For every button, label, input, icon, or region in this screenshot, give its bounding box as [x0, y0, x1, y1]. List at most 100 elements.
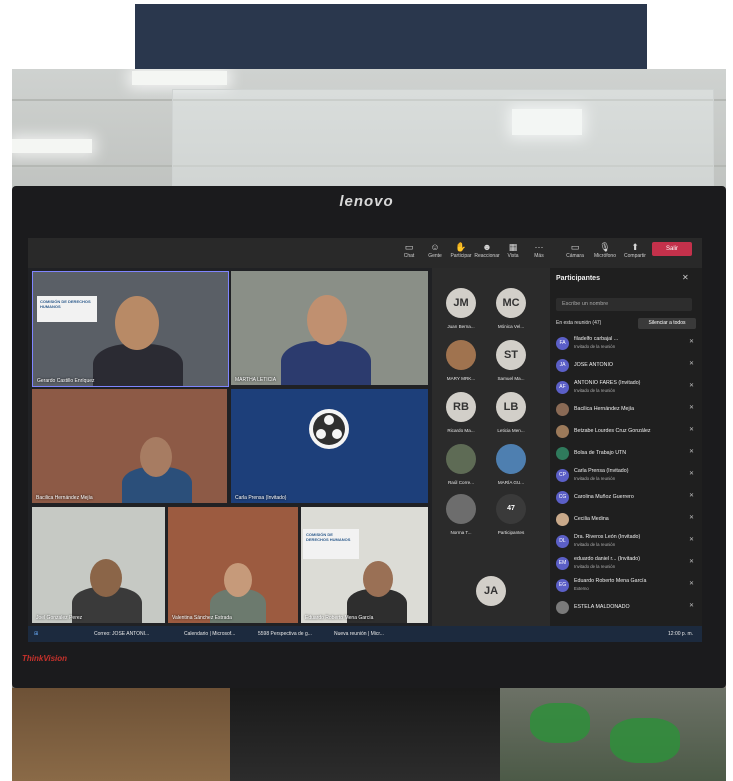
participant-row[interactable]: Bolsa de Trabajo UTN ✕ — [554, 444, 700, 464]
meeting-toolbar: ▭ Chat ☺ Gente ✋ Participar ☻ Reaccionar ▦ Vi… — [28, 238, 702, 268]
participant-avatar[interactable]: JM — [446, 288, 476, 318]
mic-off-icon: ✕ — [688, 471, 694, 477]
start-icon[interactable]: ⊞ — [34, 629, 38, 639]
participant-avatar: CG — [556, 491, 569, 504]
participant-name: filadelfo carbajal ... — [574, 336, 619, 342]
leave-button[interactable]: Salir — [652, 242, 692, 256]
participant-avatar: AF — [556, 381, 569, 394]
video-tile[interactable]: COMISIÓN DE DERECHOS HUMANOS Gerardo Cas… — [32, 271, 229, 387]
participant-role: Externo — [574, 586, 589, 591]
avatar-name: MARY MRK... — [446, 376, 476, 381]
participant-avatar[interactable]: RB — [446, 392, 476, 422]
monitor-stand — [230, 688, 500, 781]
participant-avatar[interactable]: ST — [496, 340, 526, 370]
video-tile[interactable]: Carla Prensa (Invitado) — [231, 389, 428, 503]
share-button[interactable]: ⬆ Compartir — [620, 241, 650, 259]
taskbar-item[interactable]: Nueva reunión | Micr... — [334, 629, 384, 639]
video-tile[interactable]: COMISIÓN DE DERECHOS HUMANOS Eduardo Rob… — [301, 507, 428, 623]
person-face — [363, 561, 393, 597]
teams-screen: ▭ Chat ☺ Gente ✋ Participar ☻ Reaccionar ▦ Vi… — [28, 238, 702, 642]
tile-name: Joel Gonzalez Perez — [36, 615, 83, 621]
avatar-name: Juan Berna... — [447, 324, 475, 329]
person-face — [115, 296, 159, 350]
participant-avatar[interactable] — [446, 340, 476, 370]
video-tile[interactable]: MARTHA LETICIA — [231, 271, 428, 385]
participant-avatar — [556, 513, 569, 526]
participant-row[interactable]: Cecilia Medina ✕ — [554, 510, 700, 530]
mic-off-icon: ✕ — [688, 427, 694, 433]
person-body — [93, 344, 183, 386]
self-avatar[interactable]: JA — [476, 576, 506, 606]
participant-name: JOSE ANTONIO — [574, 362, 614, 368]
avatar-name: Participantes — [497, 530, 525, 535]
logo-panel: COMISIÓN DE DERECHOS HUMANOS — [37, 296, 97, 322]
participant-count[interactable]: 47 — [496, 494, 526, 524]
participant-row[interactable]: JA JOSE ANTONIO ✕ — [554, 356, 700, 376]
ceiling-light — [12, 139, 92, 153]
participant-name: Bacilica Hernández Mejía — [574, 406, 635, 412]
participant-avatar[interactable] — [446, 494, 476, 524]
person-face — [307, 295, 347, 345]
participant-row[interactable]: FA filadelfo carbajal ... Invitado de la … — [554, 334, 700, 354]
green-ribbon — [610, 718, 680, 763]
mic-button[interactable]: 🎙 Micrófono — [590, 241, 620, 259]
monitor-model: ThinkVision — [22, 654, 68, 663]
mic-off-icon: ✕ — [688, 559, 694, 565]
participant-avatar[interactable] — [446, 444, 476, 474]
video-tile[interactable]: Joel Gonzalez Perez — [32, 507, 165, 623]
video-tile[interactable]: Bacilica Hernández Mejía — [32, 389, 227, 503]
avatar-name: MARÍA GU... — [497, 480, 525, 485]
participant-row[interactable]: Betzabe Lourdes Cruz González ✕ — [554, 422, 700, 442]
person-face — [224, 563, 252, 597]
participant-row[interactable]: CG Carolina Muñoz Guerrero ✕ — [554, 488, 700, 508]
mic-off-icon: ✕ — [688, 515, 694, 521]
participant-row[interactable]: Bacilica Hernández Mejía ✕ — [554, 400, 700, 420]
participant-avatar[interactable]: LB — [496, 392, 526, 422]
share-icon: ⬆ — [631, 242, 639, 252]
close-icon[interactable]: ✕ — [682, 273, 689, 282]
tile-name: Eduardo Roberto Mena García — [305, 615, 374, 621]
participant-role: Invitado de la reunión — [574, 388, 616, 393]
participant-avatar[interactable]: MC — [496, 288, 526, 318]
participant-name: Carla Prensa (Invitado) — [574, 468, 629, 474]
tile-name: Valentina Sánchez Estrada — [172, 615, 232, 621]
taskbar-item[interactable]: 5598 Perspectiva de g... — [258, 629, 312, 639]
video-tile[interactable]: Valentina Sánchez Estrada — [168, 507, 298, 623]
section-header[interactable]: En esta reunión (47) — [556, 320, 601, 326]
participant-avatar: DL — [556, 535, 569, 548]
person-face — [90, 559, 122, 597]
participant-name: ESTELA MALDONADO — [574, 604, 630, 610]
participant-row[interactable]: ESTELA MALDONADO ✕ — [554, 598, 700, 618]
participant-row[interactable]: AF ANTONIO FARES (Invitado) Invitado de la… — [554, 378, 700, 398]
participant-role: Invitado de la reunión — [574, 476, 616, 481]
participant-row[interactable]: EG Eduardo Roberto Mena García Externo ✕ — [554, 576, 700, 596]
panel-title: Participantes — [556, 275, 600, 282]
taskbar: ⊞ Correo: JOSE ANTONI... Calendario | Mi… — [28, 626, 702, 642]
taskbar-item[interactable]: Correo: JOSE ANTONI... — [94, 629, 149, 639]
person-body — [281, 341, 371, 385]
mic-off-icon: ✕ — [688, 361, 694, 367]
mic-off-icon: ✕ — [688, 383, 694, 389]
participant-row[interactable]: EM eduardo daniel r... (Invitado) Invitado… — [554, 554, 700, 574]
participant-row[interactable]: DL Dra. Riveros León (Invitado) Invitado d… — [554, 532, 700, 552]
participant-avatar: JA — [556, 359, 569, 372]
avatar-name: Leticia Men... — [497, 428, 525, 433]
tile-name: Gerardo Castillo Enríquez — [37, 378, 95, 384]
avatar-name: Samuel Ma... — [497, 376, 525, 381]
camera-button[interactable]: ▭ Cámara — [560, 241, 590, 259]
participant-row[interactable]: CP Carla Prensa (Invitado) Invitado de la … — [554, 466, 700, 486]
logo-panel: COMISIÓN DE DERECHOS HUMANOS — [303, 529, 359, 559]
participants-panel: Participantes ✕ Escribe un nombre En est… — [550, 268, 702, 626]
participant-name: Carolina Muñoz Guerrero — [574, 494, 634, 500]
mic-off-icon: ✕ — [688, 581, 694, 587]
participant-search-input[interactable]: Escribe un nombre — [556, 298, 692, 311]
avatar-name: Raúl Corre... — [447, 480, 475, 485]
mute-all-button[interactable]: Silenciar a todos — [638, 318, 696, 329]
participant-avatar[interactable] — [496, 444, 526, 474]
participant-name: Cecilia Medina — [574, 516, 609, 522]
participant-name: Eduardo Roberto Mena García — [574, 578, 647, 584]
person-face — [140, 437, 172, 477]
more-button[interactable]: ··· Más — [524, 241, 554, 259]
taskbar-item[interactable]: Calendario | Microsof... — [184, 629, 235, 639]
participant-avatar — [556, 447, 569, 460]
